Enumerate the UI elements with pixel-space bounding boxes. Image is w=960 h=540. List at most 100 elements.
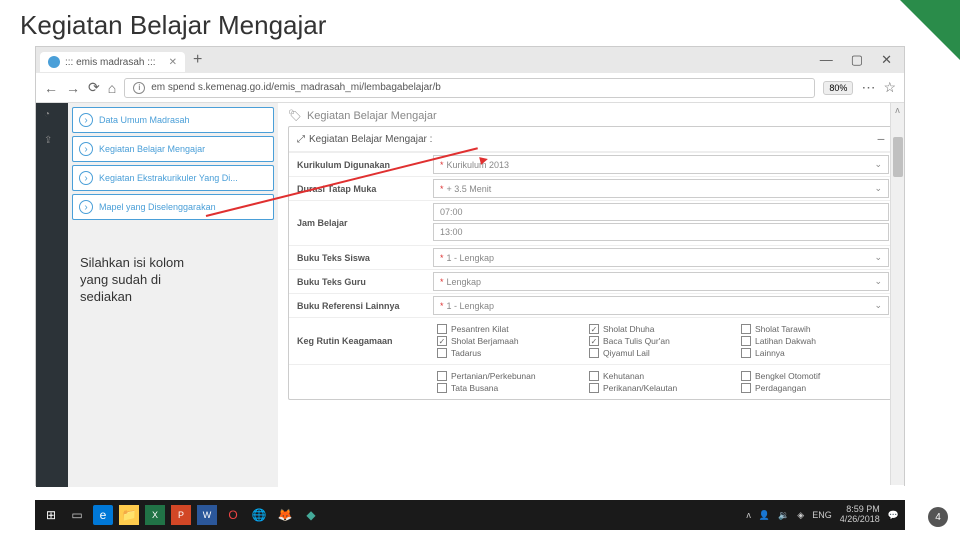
share-icon[interactable]: ⇪	[44, 135, 60, 151]
language-indicator[interactable]: ENG	[812, 510, 832, 520]
checkbox-icon	[589, 348, 599, 358]
url-input[interactable]: i em spend s.kemenag.go.id/emis_madrasah…	[124, 78, 815, 98]
back-icon[interactable]: ←	[44, 80, 58, 96]
more-icon[interactable]: ⋯	[861, 79, 875, 96]
checkbox-item[interactable]: Tata Busana	[437, 383, 581, 393]
star-icon[interactable]: ☆	[883, 79, 896, 96]
panel-title: Kegiatan Belajar Mengajar :	[309, 134, 432, 145]
checkbox-label: Perdagangan	[755, 383, 806, 393]
home-icon[interactable]: ⌂	[108, 80, 116, 96]
sidebar-item-label: Kegiatan Belajar Mengajar	[99, 144, 205, 154]
taskbar: ⊞ ▭ e 📁 X P W O 🌐 🦊 ◆ ʌ 👤 🔉 ◈ ENG 8:59 P…	[35, 500, 905, 530]
checkbox-icon	[741, 324, 751, 334]
url-bar: ← → ⟳ ⌂ i em spend s.kemenag.go.id/emis_…	[36, 73, 904, 103]
reload-icon[interactable]: ⟳	[88, 79, 100, 96]
label-keg-rutin: Keg Rutin Keagamaan	[289, 332, 429, 350]
panel-header[interactable]: ⤢ Kegiatan Belajar Mengajar : −	[289, 127, 893, 152]
chevron-down-icon: ⌄	[874, 252, 882, 263]
close-button[interactable]: ✕	[881, 52, 892, 68]
gauge-icon[interactable]: ◔	[44, 109, 60, 125]
powerpoint-icon[interactable]: P	[171, 505, 191, 525]
checkbox-label: Tata Busana	[451, 383, 498, 393]
select-kurikulum[interactable]: *Kurikulum 2013⌄	[433, 155, 889, 174]
tag-icon: 🏷	[288, 109, 302, 122]
checkbox-icon	[589, 383, 599, 393]
opera-icon[interactable]: O	[223, 505, 243, 525]
checkbox-icon: ✓	[589, 336, 599, 346]
excel-icon[interactable]: X	[145, 505, 165, 525]
input-jam-selesai[interactable]: 13:00	[433, 223, 889, 241]
chevron-down-icon: ⌄	[874, 183, 882, 194]
forward-icon[interactable]: →	[66, 80, 80, 96]
select-buku-siswa[interactable]: *1 - Lengkap⌄	[433, 248, 889, 267]
checkbox-label: Pesantren Kilat	[451, 324, 509, 334]
form-panel: ⤢ Kegiatan Belajar Mengajar : − Kurikulu…	[288, 126, 894, 400]
checkbox-label: Sholat Berjamaah	[451, 336, 519, 346]
checkbox-icon	[741, 336, 751, 346]
people-icon[interactable]: 👤	[759, 510, 770, 521]
left-toolbar: ◔ ⇪	[36, 103, 68, 487]
minimize-button[interactable]: —	[820, 52, 833, 68]
checkbox-grid-keterampilan: Pertanian/Perkebunan Kehutanan Bengkel Oto…	[433, 367, 889, 397]
volume-icon[interactable]: 🔉	[778, 510, 789, 521]
label-buku-siswa: Buku Teks Siswa	[289, 249, 429, 267]
checkbox-item[interactable]: Latihan Dakwah	[741, 336, 885, 346]
titlebar: ::: emis madrasah ::: ✕ + — ▢ ✕	[36, 47, 904, 73]
checkbox-item[interactable]: Kehutanan	[589, 371, 733, 381]
wifi-icon[interactable]: ◈	[797, 510, 804, 521]
maximize-button[interactable]: ▢	[851, 52, 863, 68]
checkbox-icon	[741, 371, 751, 381]
checkbox-label: Bengkel Otomotif	[755, 371, 820, 381]
clock[interactable]: 8:59 PM 4/26/2018	[840, 505, 880, 525]
checkbox-item[interactable]: Lainnya	[741, 348, 885, 358]
firefox-icon[interactable]: 🦊	[275, 505, 295, 525]
checkbox-item[interactable]: Qiyamul Lail	[589, 348, 733, 358]
app-icon[interactable]: ◆	[301, 505, 321, 525]
sidebar-item-label: Data Umum Madrasah	[99, 115, 190, 125]
checkbox-icon	[437, 383, 447, 393]
edge-icon[interactable]: e	[93, 505, 113, 525]
tray-up-icon[interactable]: ʌ	[746, 510, 751, 520]
scrollbar-vertical[interactable]: ʌ	[890, 103, 904, 485]
checkbox-icon	[741, 348, 751, 358]
scroll-up-icon[interactable]: ʌ	[891, 103, 904, 117]
new-tab-button[interactable]: +	[193, 51, 202, 69]
select-buku-guru[interactable]: *Lengkap⌄	[433, 272, 889, 291]
checkbox-label: Latihan Dakwah	[755, 336, 816, 346]
chrome-icon[interactable]: 🌐	[249, 505, 269, 525]
zoom-level[interactable]: 80%	[823, 81, 853, 95]
label-jam: Jam Belajar	[289, 214, 429, 232]
select-durasi[interactable]: *+ 3.5 Menit⌄	[433, 179, 889, 198]
checkbox-label: Baca Tulis Qur'an	[603, 336, 670, 346]
checkbox-icon	[437, 324, 447, 334]
checkbox-item[interactable]: Pesantren Kilat	[437, 324, 581, 334]
label-blank	[289, 378, 429, 386]
notification-icon[interactable]: 💬	[888, 510, 899, 521]
select-buku-ref[interactable]: *1 - Lengkap⌄	[433, 296, 889, 315]
sidebar-item-ekskul[interactable]: ›Kegiatan Ekstrakurikuler Yang Di...	[72, 165, 274, 191]
checkbox-label: Lainnya	[755, 348, 785, 358]
checkbox-item[interactable]: Perdagangan	[741, 383, 885, 393]
word-icon[interactable]: W	[197, 505, 217, 525]
input-jam-mulai[interactable]: 07:00	[433, 203, 889, 221]
checkbox-item[interactable]: Tadarus	[437, 348, 581, 358]
scroll-thumb[interactable]	[893, 137, 903, 177]
checkbox-item[interactable]: Bengkel Otomotif	[741, 371, 885, 381]
taskview-icon[interactable]: ▭	[67, 505, 87, 525]
checkbox-item[interactable]: Perikanan/Kelautan	[589, 383, 733, 393]
checkbox-item[interactable]: Pertanian/Perkebunan	[437, 371, 581, 381]
browser-tab[interactable]: ::: emis madrasah ::: ✕	[40, 52, 185, 72]
checkbox-icon	[437, 348, 447, 358]
tab-close-icon[interactable]: ✕	[169, 57, 177, 68]
start-button[interactable]: ⊞	[41, 505, 61, 525]
checkbox-item[interactable]: ✓Sholat Dhuha	[589, 324, 733, 334]
sidebar-item-label: Mapel yang Diselenggarakan	[99, 202, 216, 212]
site-info-icon[interactable]: i	[133, 82, 145, 94]
sidebar-item-data-umum[interactable]: ›Data Umum Madrasah	[72, 107, 274, 133]
checkbox-item[interactable]: ✓ Baca Tulis Qur'an	[589, 336, 733, 346]
explorer-icon[interactable]: 📁	[119, 505, 139, 525]
checkbox-item[interactable]: ✓Sholat Berjamaah	[437, 336, 581, 346]
checkbox-item[interactable]: Sholat Tarawih	[741, 324, 885, 334]
collapse-icon[interactable]: −	[877, 131, 885, 147]
sidebar-item-kbm[interactable]: ›Kegiatan Belajar Mengajar	[72, 136, 274, 162]
